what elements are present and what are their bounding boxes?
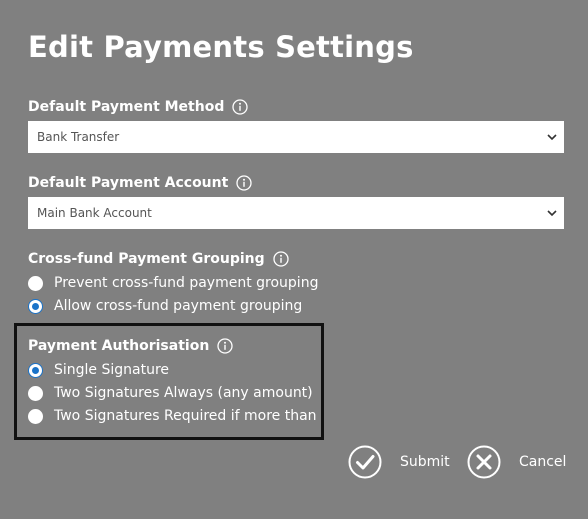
radio-button[interactable] bbox=[28, 408, 43, 424]
radio-two-signatures-always[interactable]: Two Signatures Always (any amount) bbox=[28, 383, 313, 403]
radio-single-signature[interactable]: Single Signature bbox=[28, 360, 169, 380]
payment-account-select[interactable]: Main Bank Account bbox=[28, 197, 564, 229]
payment-account-label-row: Default Payment Account bbox=[28, 175, 252, 191]
chevron-down-icon bbox=[547, 134, 557, 141]
payment-method-label: Default Payment Method bbox=[28, 99, 225, 115]
info-icon[interactable] bbox=[217, 338, 233, 354]
radio-label: Prevent cross-fund payment grouping bbox=[54, 275, 319, 291]
submit-button[interactable]: Submit bbox=[348, 444, 450, 480]
cross-fund-label-row: Cross-fund Payment Grouping bbox=[28, 251, 289, 267]
payment-account-label: Default Payment Account bbox=[28, 175, 229, 191]
authorisation-label-row: Payment Authorisation bbox=[28, 338, 233, 354]
payment-account-value: Main Bank Account bbox=[37, 206, 152, 220]
x-circle-icon bbox=[467, 445, 501, 479]
radio-button[interactable] bbox=[28, 275, 43, 291]
page-title: Edit Payments Settings bbox=[28, 30, 414, 64]
radio-label: Allow cross-fund payment grouping bbox=[54, 298, 303, 314]
radio-button-selected[interactable] bbox=[28, 298, 43, 314]
cancel-button[interactable]: Cancel bbox=[467, 444, 566, 480]
payment-method-value: Bank Transfer bbox=[37, 130, 120, 144]
authorisation-label: Payment Authorisation bbox=[28, 338, 210, 354]
cross-fund-label: Cross-fund Payment Grouping bbox=[28, 251, 265, 267]
submit-label: Submit bbox=[400, 454, 450, 470]
info-icon[interactable] bbox=[272, 251, 289, 267]
radio-button-selected[interactable] bbox=[28, 362, 43, 378]
info-icon[interactable] bbox=[232, 99, 249, 115]
radio-button[interactable] bbox=[28, 385, 43, 401]
radio-two-signatures-threshold[interactable]: Two Signatures Required if more than bbox=[28, 406, 317, 426]
info-icon[interactable] bbox=[236, 175, 252, 191]
radio-prevent-cross-fund[interactable]: Prevent cross-fund payment grouping bbox=[28, 273, 318, 293]
radio-label: Two Signatures Always (any amount) bbox=[54, 385, 313, 401]
radio-allow-cross-fund[interactable]: Allow cross-fund payment grouping bbox=[28, 296, 302, 316]
radio-label: Single Signature bbox=[54, 362, 170, 378]
radio-label: Two Signatures Required if more than bbox=[54, 408, 317, 424]
check-circle-icon bbox=[348, 445, 382, 479]
payment-method-label-row: Default Payment Method bbox=[28, 99, 249, 115]
edit-payments-settings-dialog: Edit Payments Settings Default Payment M… bbox=[0, 0, 588, 519]
cancel-label: Cancel bbox=[519, 454, 567, 470]
chevron-down-icon bbox=[547, 210, 557, 217]
payment-method-select[interactable]: Bank Transfer bbox=[28, 121, 564, 153]
